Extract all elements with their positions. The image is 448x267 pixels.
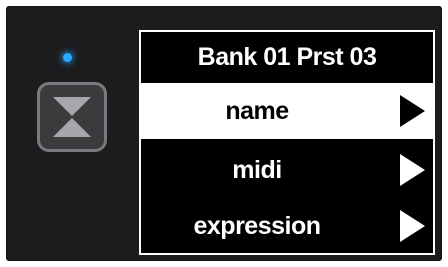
footswitch-button[interactable] (37, 82, 107, 152)
arrow-right-icon (400, 210, 425, 242)
menu-item-label: name (225, 97, 289, 125)
arrow-right-icon (400, 154, 425, 186)
menu-item-expression[interactable]: expression (141, 198, 433, 254)
menu-item-midi[interactable]: midi (141, 142, 433, 198)
menu-item-name[interactable]: name (141, 83, 433, 139)
device-panel: Bank 01 Prst 03 name midi expression (6, 6, 442, 261)
lcd-screen: Bank 01 Prst 03 name midi expression (139, 30, 435, 255)
screen-title: Bank 01 Prst 03 (197, 43, 377, 71)
arrow-right-icon (400, 95, 425, 127)
menu-item-label: midi (232, 156, 282, 184)
hourglass-icon (53, 97, 91, 137)
menu-item-label: expression (193, 212, 321, 240)
status-led-indicator (63, 53, 72, 62)
